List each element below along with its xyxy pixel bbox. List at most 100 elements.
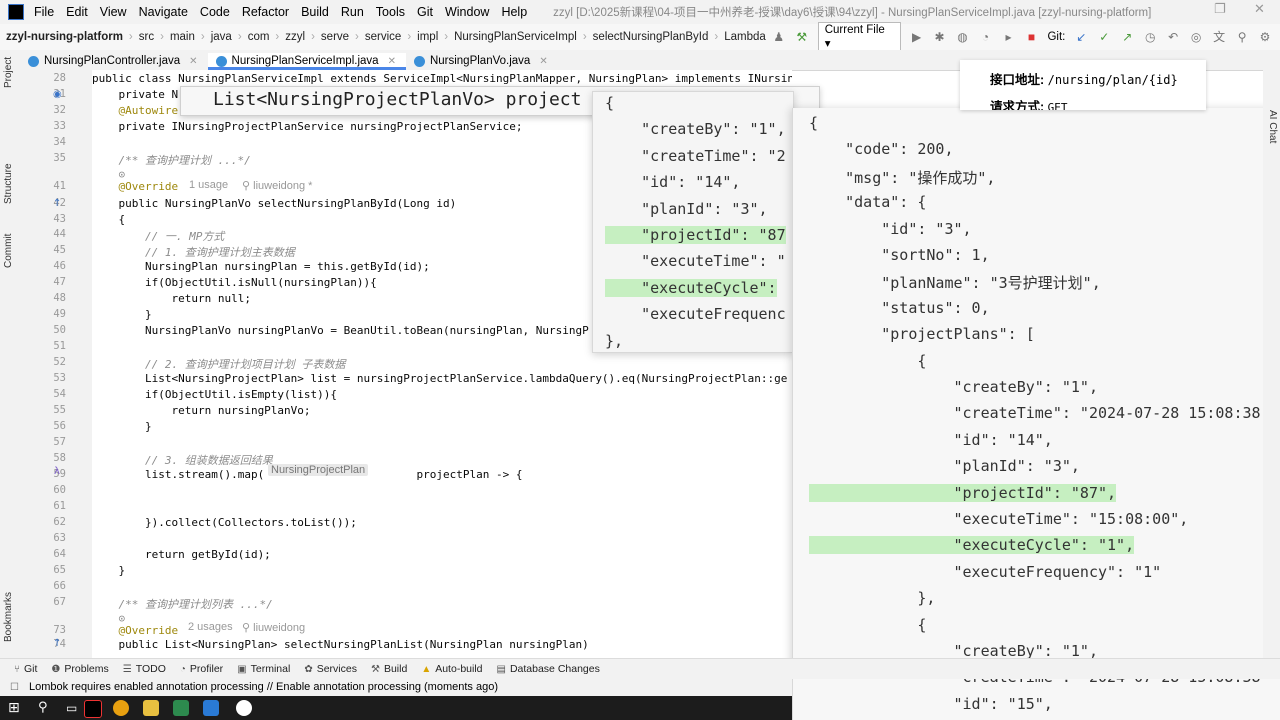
breadcrumb-service[interactable]: service [365, 31, 401, 43]
build-hammer-icon[interactable]: ⚒ [795, 30, 809, 44]
build-tool-button[interactable]: ⚒ Build [371, 663, 407, 675]
code-line[interactable]: public class NursingPlanServiceImpl exte… [92, 72, 792, 85]
code-line[interactable]: public NursingPlanVo selectNursingPlanBy… [92, 197, 456, 210]
code-line[interactable]: if(ObjectUtil.isEmpty(list)){ [92, 388, 337, 401]
stop-icon[interactable]: ■ [1024, 30, 1038, 44]
code-line[interactable]: return nursingPlanVo; [92, 404, 310, 417]
translate-icon[interactable]: 文 [1212, 30, 1226, 44]
explorer-taskbar-icon[interactable] [143, 700, 159, 716]
chrome-taskbar-icon[interactable] [113, 700, 129, 716]
code-line[interactable]: @Autowire [92, 104, 178, 117]
code-line[interactable]: List<NursingProjectPlan> list = nursingP… [92, 372, 787, 385]
tab-nursing-plan-vo[interactable]: NursingPlanVo.java ✕ [406, 53, 558, 70]
tab-nursing-plan-controller[interactable]: NursingPlanController.java ✕ [20, 53, 208, 70]
code-line[interactable]: // 一. MP方式 [92, 228, 224, 244]
vscode-taskbar-icon[interactable] [203, 700, 219, 716]
git-push-icon[interactable]: ↗ [1120, 30, 1134, 44]
intellij-taskbar-icon[interactable] [84, 700, 102, 718]
git-tool-button[interactable]: ⑂ Git [14, 663, 37, 675]
breadcrumb-method[interactable]: selectNursingPlanById [593, 31, 709, 43]
code-line[interactable]: NursingPlanVo nursingPlanVo = BeanUtil.t… [92, 324, 589, 337]
user-icon[interactable]: ♟ [772, 30, 786, 44]
code-line[interactable]: // 1. 查询护理计划主表数据 [92, 244, 295, 260]
git-update-icon[interactable]: ↙ [1074, 30, 1088, 44]
code-line[interactable]: if(ObjectUtil.isNull(nursingPlan)){ [92, 276, 377, 289]
code-line[interactable]: } [92, 420, 152, 433]
breadcrumb-src[interactable]: src [139, 31, 154, 43]
code-line[interactable]: private INursingProjectPlanService nursi… [92, 120, 522, 133]
code-line[interactable]: // 3. 组装数据返回结果 [92, 452, 273, 468]
menu-code[interactable]: Code [200, 5, 230, 19]
code-line[interactable]: public List<NursingPlan> selectNursingPl… [92, 638, 588, 651]
code-line[interactable]: NursingPlan nursingPlan = this.getById(i… [92, 260, 430, 273]
code-line[interactable]: } [92, 564, 125, 577]
app-taskbar-icon[interactable] [236, 700, 252, 716]
search-icon[interactable]: ⚲ [1235, 30, 1249, 44]
git-history-icon[interactable]: ◷ [1143, 30, 1157, 44]
more-run-icon[interactable]: ▸ [1002, 30, 1016, 44]
breadcrumb-lambda[interactable]: Lambda [724, 31, 766, 43]
code-line[interactable]: } [92, 308, 152, 321]
close-tab-icon[interactable]: ✕ [189, 56, 197, 67]
breadcrumb-zzyl[interactable]: zzyl [285, 31, 305, 43]
code-line[interactable]: return getById(id); [92, 548, 271, 561]
problems-tool-button[interactable]: ❶ Problems [51, 663, 108, 675]
menu-build[interactable]: Build [301, 5, 329, 19]
menu-view[interactable]: View [100, 5, 127, 19]
override-gutter-icon[interactable]: ↑ [53, 198, 61, 209]
menu-refactor[interactable]: Refactor [242, 5, 289, 19]
code-line[interactable]: // 2. 查询护理计划项目计划 子表数据 [92, 356, 345, 372]
task-view-icon[interactable]: ▭ [66, 700, 82, 716]
ai-chat-tool-tab[interactable]: AI Chat [1267, 110, 1278, 143]
breadcrumb-main[interactable]: main [170, 31, 195, 43]
settings-icon[interactable]: ⚙ [1258, 30, 1272, 44]
terminal-tool-button[interactable]: ▣ Terminal [237, 663, 290, 675]
menu-window[interactable]: Window [445, 5, 489, 19]
copilot-icon[interactable]: ◎ [1189, 30, 1203, 44]
menu-git[interactable]: Git [417, 5, 433, 19]
usages-hint[interactable]: 2 usages [188, 621, 233, 633]
code-line[interactable]: private N [92, 88, 178, 101]
code-line[interactable]: }).collect(Collectors.toList()); [92, 516, 357, 529]
usages-hint[interactable]: 1 usage [189, 179, 228, 191]
profile-icon[interactable]: ◔ [979, 30, 993, 44]
profiler-tool-button[interactable]: ◔ Profiler [180, 663, 223, 675]
breadcrumb-project[interactable]: zzyl-nursing-platform [6, 31, 123, 43]
code-line[interactable]: /** 查询护理计划 ...*/ [92, 152, 250, 168]
code-line[interactable]: /** 查询护理计划列表 ...*/ [92, 596, 272, 612]
git-commit-icon[interactable]: ✓ [1097, 30, 1111, 44]
menu-help[interactable]: Help [501, 5, 527, 19]
breadcrumb-impl[interactable]: impl [417, 31, 438, 43]
windows-start-icon[interactable]: ⊞ [8, 700, 24, 716]
run-config-select[interactable]: Current File ▾ [817, 22, 901, 52]
coverage-icon[interactable]: ◍ [956, 30, 970, 44]
breadcrumb-serve[interactable]: serve [321, 31, 349, 43]
tab-nursing-plan-service-impl[interactable]: NursingPlanServiceImpl.java ✕ [207, 53, 406, 70]
breadcrumb-java[interactable]: java [211, 31, 232, 43]
menu-edit[interactable]: Edit [66, 5, 88, 19]
menu-run[interactable]: Run [341, 5, 364, 19]
breadcrumb-com[interactable]: com [248, 31, 270, 43]
close-window-icon[interactable]: ✕ [1254, 2, 1265, 17]
menu-tools[interactable]: Tools [376, 5, 405, 19]
code-line[interactable]: @Override [92, 624, 178, 637]
lambda-gutter-icon[interactable]: λ [54, 466, 60, 477]
auto-build-tool-button[interactable]: ▲ Auto-build [421, 663, 482, 675]
breadcrumb-class[interactable]: NursingPlanServiceImpl [454, 31, 577, 43]
restore-window-icon[interactable]: ❐ [1214, 2, 1226, 17]
code-line[interactable]: { [92, 213, 125, 226]
project-tool-tab[interactable]: Project [3, 57, 14, 88]
override-gutter-icon[interactable]: ↑ [53, 638, 61, 649]
close-tab-icon[interactable]: ✕ [539, 56, 547, 67]
run-icon[interactable]: ▶ [910, 30, 924, 44]
bean-nav-icon[interactable]: ◉ [53, 89, 62, 100]
code-line[interactable]: return null; [92, 292, 250, 305]
code-line[interactable]: @Override [92, 180, 178, 193]
bookmarks-tool-tab[interactable]: Bookmarks [3, 592, 14, 642]
menu-navigate[interactable]: Navigate [139, 5, 188, 19]
todo-tool-button[interactable]: ☰ TODO [123, 663, 166, 675]
structure-tool-tab[interactable]: Structure [3, 163, 14, 204]
rollback-icon[interactable]: ↶ [1166, 30, 1180, 44]
debug-icon[interactable]: ✱ [933, 30, 947, 44]
close-tab-icon[interactable]: ✕ [388, 56, 396, 67]
